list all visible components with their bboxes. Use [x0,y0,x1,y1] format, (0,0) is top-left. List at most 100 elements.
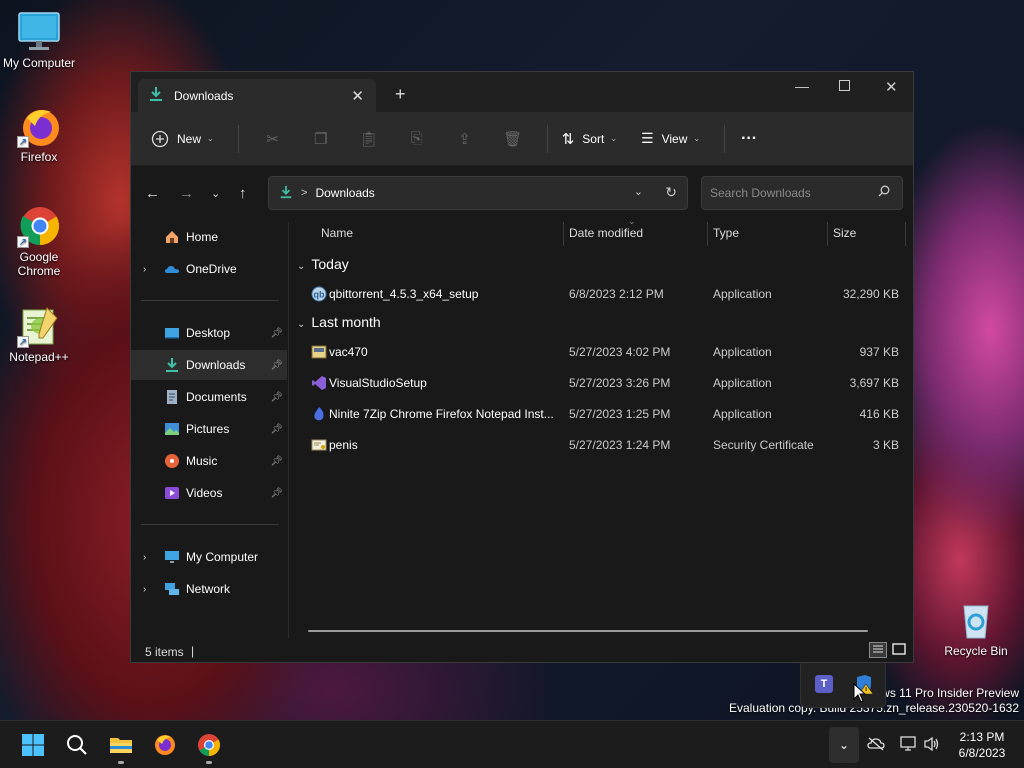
column-header-size[interactable]: Size [833,226,856,250]
rename-icon[interactable]: ⎘ [393,130,441,147]
chevron-right-icon[interactable]: › [143,264,146,275]
sort-label: Sort [582,131,605,146]
chevron-right-icon[interactable]: › [143,584,146,595]
group-header-last-month[interactable]: ⌄ Last month [297,314,381,330]
toolbar-separator [724,124,726,153]
running-indicator [206,761,212,764]
address-bar-row: ← → ⌄ ↑ > Downloads ⌄ ↻ [131,166,913,222]
breadcrumb-downloads[interactable]: Downloads [315,186,374,200]
address-bar[interactable]: > Downloads ⌄ ↻ [268,176,688,210]
file-type: Application [713,345,772,359]
chevron-right-icon[interactable]: › [143,552,146,563]
group-header-today[interactable]: ⌄ Today [297,256,349,272]
nav-item-videos[interactable]: Videos 📌︎ [131,478,287,508]
nav-item-music[interactable]: Music 📌︎ [131,446,287,476]
column-header-type[interactable]: Type [713,226,739,250]
details-view-icon[interactable] [869,642,887,658]
new-tab-button[interactable]: + [395,84,406,105]
monitor-icon [17,10,61,54]
desktop-icon-my-computer[interactable]: My Computer [0,10,78,70]
share-icon[interactable]: ⇪ [441,130,489,148]
ninite-icon [311,406,327,422]
file-date: 5/27/2023 3:26 PM [569,376,671,390]
onedrive-offline-icon[interactable] [867,737,885,754]
volume-icon[interactable] [923,736,941,755]
file-type: Security Certificate [713,438,814,452]
close-tab-icon[interactable]: ✕ [351,87,364,105]
refresh-icon[interactable]: ↻ [665,184,677,201]
desktop-icon-recycle-bin[interactable]: Recycle Bin [936,598,1016,658]
file-row[interactable]: penis 5/27/2023 1:24 PM Security Certifi… [291,431,913,459]
maximize-button[interactable] [839,78,850,94]
nav-item-onedrive[interactable]: › OneDrive [131,254,287,284]
file-row[interactable]: vac470 5/27/2023 4:02 PM Application 937… [291,338,913,366]
file-name: vac470 [329,345,368,359]
clock-date: 6/8/2023 [958,746,1006,760]
column-header-date-modified[interactable]: Date modified [569,226,643,250]
nav-item-downloads[interactable]: Downloads 📌︎ [131,350,287,380]
tab-downloads[interactable]: Downloads ✕ [138,79,376,112]
nav-item-home[interactable]: Home [131,222,287,252]
network-status-icon[interactable] [899,736,917,755]
nav-label-onedrive: OneDrive [186,262,237,276]
nav-label-my-computer: My Computer [186,550,259,564]
view-icon: ☰ [641,130,654,146]
recent-locations-button[interactable]: ⌄ [211,187,220,200]
nav-item-documents[interactable]: Documents 📌︎ [131,382,287,412]
forward-button[interactable]: → [179,185,194,202]
file-row[interactable]: VisualStudioSetup 5/27/2023 3:26 PM Appl… [291,369,913,397]
column-header-name[interactable]: Name [321,226,353,250]
desktop-icon-notepad-plus-plus[interactable]: ↗ Notepad++ [0,304,78,364]
shortcut-arrow-icon: ↗ [17,336,29,348]
paste-icon[interactable]: 📋︎ [345,130,393,148]
nav-label-home: Home [186,230,219,244]
chevron-down-icon: ⌄ [693,134,701,143]
cut-icon[interactable]: ✂ [249,130,297,148]
nav-item-pictures[interactable]: Pictures 📌︎ [131,414,287,444]
search-icon[interactable] [65,733,89,757]
more-options-button[interactable]: ··· [741,130,757,148]
delete-icon[interactable]: 🗑︎ [489,130,537,148]
chrome-icon[interactable] [197,733,221,757]
copy-icon[interactable]: ❐ [297,130,345,148]
view-button[interactable]: ☰ View ⌄ [641,130,700,147]
tiles-view-icon[interactable] [891,642,907,658]
search-input[interactable] [710,186,870,200]
search-box[interactable] [701,176,903,210]
file-type: Application [713,376,772,390]
up-button[interactable]: ↑ [239,185,247,202]
search-icon [878,185,890,200]
pin-icon: 📌︎ [270,455,283,467]
sort-button[interactable]: ⇅ Sort ⌄ [562,130,617,148]
clock-time: 2:13 PM [959,730,1005,744]
firefox-icon[interactable] [153,733,177,757]
horizontal-scrollbar[interactable] [308,630,868,632]
windows-start-icon[interactable] [21,733,45,757]
clock[interactable]: 2:13 PM 6/8/2023 [948,729,1016,761]
navigation-pane: Home › OneDrive Desktop 📌︎ Downloads 📌︎ [131,222,289,638]
file-name: VisualStudioSetup [329,376,427,390]
teams-icon[interactable]: T [815,675,833,693]
new-button[interactable]: New ⌄ [151,130,214,148]
column-divider [707,222,708,246]
close-window-button[interactable]: ✕ [885,78,898,96]
desktop-icon-google-chrome[interactable]: ↗ Google Chrome [0,204,78,278]
file-row[interactable]: Ninite 7Zip Chrome Firefox Notepad Inst.… [291,400,913,428]
minimize-button[interactable]: — [795,78,809,94]
desktop-icon-firefox[interactable]: ↗ Firefox [0,104,78,164]
show-hidden-icons-button[interactable]: ⌄ [829,727,859,763]
file-explorer-window: Downloads ✕ + — ✕ New ⌄ ✂ ❐ 📋︎ ⎘ ⇪ 🗑︎ ⇅ … [130,71,914,663]
file-row[interactable]: qb qbittorrent_4.5.3_x64_setup 6/8/2023 … [291,280,913,308]
nav-item-desktop[interactable]: Desktop 📌︎ [131,318,287,348]
watermark-line-1: ws 11 Pro Insider Preview [881,686,1019,700]
file-date: 5/27/2023 1:25 PM [569,407,671,421]
pin-icon: 📌︎ [270,423,283,435]
title-bar[interactable]: Downloads ✕ + — ✕ [131,72,913,112]
running-indicator [118,761,124,764]
nav-item-my-computer[interactable]: › My Computer [131,542,287,572]
file-date: 5/27/2023 1:24 PM [569,438,671,452]
address-history-dropdown[interactable]: ⌄ [634,185,643,198]
nav-item-network[interactable]: › Network [131,574,287,604]
back-button[interactable]: ← [145,185,160,202]
file-explorer-icon[interactable] [109,733,133,757]
